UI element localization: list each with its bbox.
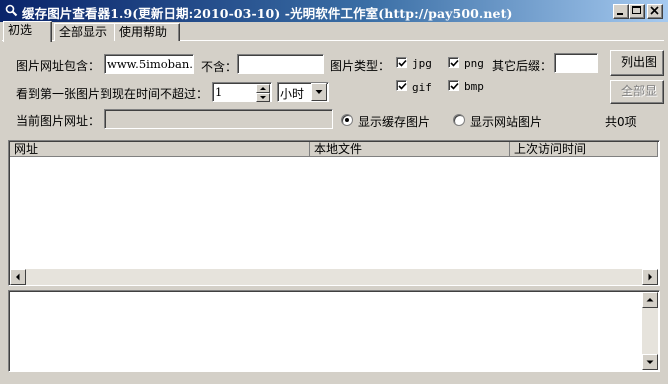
show-cached-label: 显示缓存图片	[358, 115, 431, 129]
window-title: 缓存图片查看器1.9(更新日期:2010-03-10) -光明软件工作室(htt…	[22, 6, 513, 21]
png-label: png	[464, 57, 484, 70]
spin-down-button[interactable]	[256, 93, 270, 102]
current-url-label: 当前图片网址：	[16, 114, 101, 128]
column-header-label: 上次访问时间	[514, 142, 587, 156]
scroll-left-button[interactable]	[10, 269, 26, 285]
other-ext-label: 其它后缀：	[492, 59, 553, 73]
close-button[interactable]	[647, 4, 663, 19]
app-icon	[5, 4, 18, 17]
png-checkbox[interactable]	[448, 57, 459, 68]
image-type-label: 图片类型：	[330, 59, 391, 73]
jpg-label: jpg	[412, 57, 432, 70]
horizontal-scrollbar[interactable]	[10, 269, 658, 285]
current-url-input[interactable]	[104, 109, 333, 129]
column-header-label: 网址	[14, 142, 39, 156]
show-cached-radio[interactable]	[341, 114, 353, 126]
bmp-checkbox[interactable]	[448, 80, 459, 91]
column-header-local-file[interactable]: 本地文件	[310, 142, 510, 157]
log-textarea[interactable]	[8, 290, 660, 372]
jpg-checkbox[interactable]	[396, 57, 407, 68]
not-contains-input[interactable]	[237, 54, 324, 74]
column-header-url[interactable]: 网址	[10, 142, 310, 157]
other-ext-input[interactable]	[554, 53, 598, 73]
tab-label: 全部显示	[59, 25, 108, 39]
maximize-button[interactable]	[629, 4, 645, 19]
list-images-button[interactable]: 列出图	[610, 50, 664, 76]
time-unit-dropdown-button[interactable]	[311, 83, 327, 101]
show-website-radio[interactable]	[453, 114, 465, 126]
results-table[interactable]: 网址 本地文件 上次访问时间	[8, 140, 660, 286]
tab-help[interactable]: 使用帮助	[114, 23, 180, 41]
bmp-label: bmp	[464, 80, 484, 93]
column-header-label: 本地文件	[314, 142, 363, 156]
gif-label: gif	[412, 81, 432, 94]
url-contains-input[interactable]: www.5imoban.net	[104, 54, 194, 74]
time-unit-value: 小时	[280, 87, 305, 101]
scroll-down-button[interactable]	[642, 354, 658, 370]
tab-label: 初选	[8, 23, 33, 37]
item-count: 共0项	[605, 115, 637, 129]
scroll-right-button[interactable]	[642, 269, 658, 285]
url-contains-label: 图片网址包含：	[16, 59, 101, 73]
time-limit-label: 看到第一张图片到现在时间不超过：	[16, 87, 209, 101]
spin-up-button[interactable]	[256, 84, 270, 93]
gif-checkbox[interactable]	[396, 80, 407, 91]
not-contains-label: 不含：	[201, 60, 238, 74]
tab-initial[interactable]: 初选	[3, 21, 52, 42]
minimize-button[interactable]	[613, 4, 629, 19]
tab-label: 使用帮助	[119, 25, 168, 39]
scroll-up-button[interactable]	[642, 292, 658, 308]
tab-show-all[interactable]: 全部显示	[54, 23, 116, 41]
column-header-last-access[interactable]: 上次访问时间	[510, 142, 658, 157]
show-all-button[interactable]: 全部显	[610, 80, 664, 104]
show-website-label: 显示网站图片	[470, 115, 543, 129]
